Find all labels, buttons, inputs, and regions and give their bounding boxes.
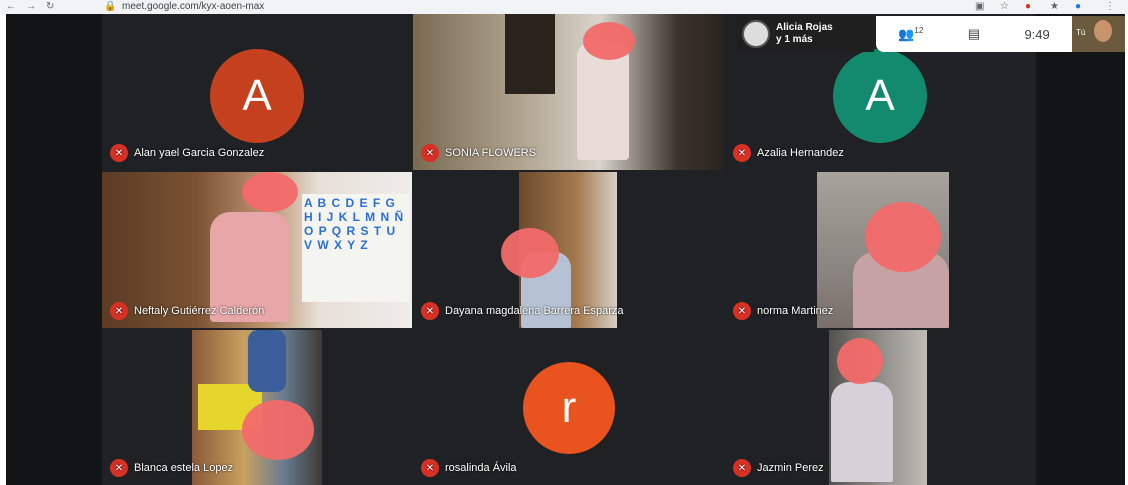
profile-icon[interactable]: ●	[1075, 1, 1081, 12]
browser-toolbar: ← → ↻ 🔒 meet.google.com/kyx-aoen-max ▣ ☆…	[0, 0, 1128, 14]
participant-name: Jazmin Perez	[757, 462, 824, 474]
alphabet-chart: A B C D E F G H I J K L M N Ñ O P Q R S …	[302, 194, 410, 302]
avatar: A	[833, 49, 927, 143]
privacy-blur	[583, 22, 635, 60]
presenter-avatar	[742, 20, 770, 48]
puzzle-icon[interactable]: ★	[1050, 1, 1059, 12]
top-right-overlay: Alicia Rojas y 1 más 👥12 ▤ 9:49 Tú	[736, 14, 1125, 54]
avatar: A	[210, 49, 304, 143]
participant-label: ✕ norma Martinez	[733, 302, 833, 320]
participant-name: SONIA FLOWERS	[445, 147, 537, 159]
participant-label: ✕ Jazmin Perez	[733, 459, 824, 477]
mic-off-icon: ✕	[110, 302, 128, 320]
presenter-more: y 1 más	[776, 34, 813, 45]
participant-name: Blanca estela Lopez	[134, 462, 234, 474]
chat-icon[interactable]: ▤	[968, 26, 980, 42]
participant-tile[interactable]: ✕ SONIA FLOWERS	[413, 14, 724, 170]
participant-name: Azalia Hernandez	[757, 147, 844, 159]
people-button[interactable]: 👥12	[898, 26, 923, 42]
people-icon: 👥	[898, 26, 915, 42]
presenter-name: Alicia Rojas	[776, 22, 833, 33]
clock-time: 9:49	[1024, 26, 1050, 42]
avatar: r	[523, 362, 615, 454]
left-margin	[6, 14, 102, 485]
forward-icon[interactable]: →	[26, 1, 36, 12]
privacy-blur	[837, 338, 883, 384]
menu-icon[interactable]: ⋮	[1105, 1, 1115, 12]
participant-name: rosalinda Ávila	[445, 462, 517, 474]
privacy-blur	[242, 400, 314, 460]
chair-shape	[505, 14, 555, 94]
mic-off-icon: ✕	[733, 459, 751, 477]
participant-name: Alan yael Garcia Gonzalez	[134, 147, 265, 159]
participant-label: ✕ rosalinda Ávila	[421, 459, 517, 477]
back-icon[interactable]: ←	[6, 1, 16, 12]
presenter-chip[interactable]: Alicia Rojas y 1 más	[736, 16, 874, 52]
privacy-blur	[865, 202, 941, 272]
child-figure	[831, 382, 893, 482]
child-figure	[577, 42, 629, 160]
participant-tile[interactable]: A B C D E F G H I J K L M N Ñ O P Q R S …	[102, 172, 412, 328]
right-margin	[1036, 14, 1125, 485]
meet-grid: A ✕ Alan yael Garcia Gonzalez ✕ SONIA FL…	[6, 14, 1125, 485]
participant-label: ✕ Alan yael Garcia Gonzalez	[110, 144, 264, 162]
meeting-controls: 👥12 ▤ 9:49	[876, 16, 1072, 52]
mic-off-icon: ✕	[421, 302, 439, 320]
participant-name: Dayana magdalena Barrera Esparza	[445, 305, 624, 317]
privacy-blur	[501, 228, 559, 278]
star-icon[interactable]: ☆	[1000, 1, 1009, 12]
mic-off-icon: ✕	[733, 302, 751, 320]
participant-tile[interactable]: r ✕ rosalinda Ávila	[413, 330, 724, 485]
cast-icon[interactable]: ▣	[975, 1, 984, 12]
participant-tile[interactable]: ✕ norma Martinez	[725, 172, 1036, 328]
privacy-blur	[242, 172, 298, 212]
blue-bag	[248, 330, 286, 392]
participant-name: Neftaly Gutiérrez Calderón	[134, 305, 265, 317]
participant-tile[interactable]: ✕ Jazmin Perez	[725, 330, 1036, 485]
mic-off-icon: ✕	[421, 144, 439, 162]
participant-label: ✕ Azalia Hernandez	[733, 144, 844, 162]
mic-off-icon: ✕	[110, 144, 128, 162]
participant-label: ✕ Blanca estela Lopez	[110, 459, 233, 477]
lock-icon: 🔒	[104, 1, 117, 12]
self-view[interactable]: Tú	[1072, 16, 1125, 52]
participant-label: ✕ Neftaly Gutiérrez Calderón	[110, 302, 264, 320]
extension-icon[interactable]: ●	[1025, 1, 1031, 12]
mic-off-icon: ✕	[733, 144, 751, 162]
participant-name: norma Martinez	[757, 305, 834, 317]
self-label: Tú	[1076, 28, 1086, 37]
reload-icon[interactable]: ↻	[46, 1, 54, 12]
self-face	[1094, 20, 1112, 42]
mic-off-icon: ✕	[421, 459, 439, 477]
participant-label: ✕ Dayana magdalena Barrera Esparza	[421, 302, 624, 320]
address-bar[interactable]: meet.google.com/kyx-aoen-max	[122, 1, 264, 12]
participant-tile[interactable]: ✕ Blanca estela Lopez	[102, 330, 412, 485]
participant-count: 12	[914, 25, 924, 35]
participant-tile[interactable]: A ✕ Alan yael Garcia Gonzalez	[102, 14, 412, 170]
participant-tile[interactable]: ✕ Dayana magdalena Barrera Esparza	[413, 172, 724, 328]
participant-label: ✕ SONIA FLOWERS	[421, 144, 536, 162]
mic-off-icon: ✕	[110, 459, 128, 477]
